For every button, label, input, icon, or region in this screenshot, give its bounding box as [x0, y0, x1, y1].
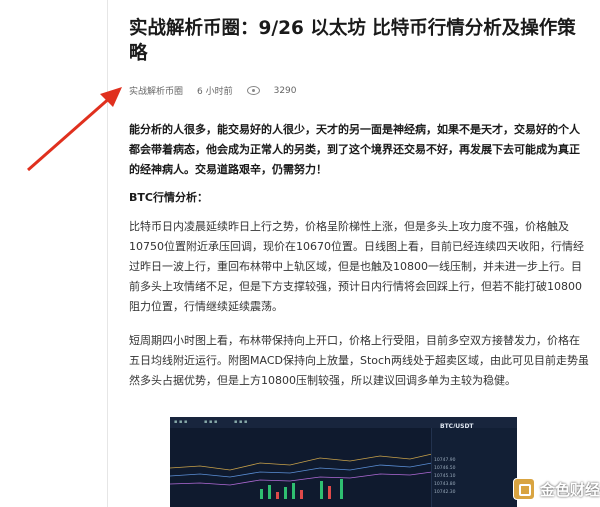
article-meta: 实战解析币圈 6 小时前 3290 [129, 84, 311, 98]
chart-tab: ▪ ▪ ▪ [174, 419, 188, 425]
candle [284, 487, 287, 499]
btc-section-heading: BTC行情分析： [129, 191, 208, 204]
candle [340, 479, 343, 499]
orderbook-row: 10743.80 [434, 482, 456, 487]
candle [276, 492, 279, 499]
candle [328, 486, 331, 499]
jinse-watermark: 金色财经 [513, 478, 600, 500]
candle [292, 483, 295, 499]
btc-analysis-paragraph-2: 短周期四小时图上看，布林带保持向上开口，价格上行受阻，目前多空双方接替发力，价格… [129, 334, 590, 387]
orderbook-row: 10742.30 [434, 490, 456, 495]
chart-tab: ▪ ▪ ▪ [234, 419, 248, 425]
watermark-text: 金色财经 [540, 480, 600, 499]
candle [268, 485, 271, 499]
view-count: 3290 [246, 85, 297, 96]
candle [320, 481, 323, 499]
trading-chart-screenshot: ▪ ▪ ▪ ▪ ▪ ▪ ▪ ▪ ▪ BTC/USDT 10747.90 1074… [170, 417, 517, 507]
orderbook-row: 10746.50 [434, 466, 456, 471]
publish-time: 6 小时前 [197, 87, 233, 97]
chart-tab: ▪ ▪ ▪ [204, 419, 218, 425]
intro-paragraph: 能分析的人很多，能交易好的人很少，天才的另一面是神经病，如果不是天才，交易好的个… [129, 123, 580, 176]
candle [300, 490, 303, 499]
btc-analysis-paragraph-1: 比特币日内凌晨延续昨日上行之势，价格呈阶梯性上涨，但是多头上攻力度不强，价格触及… [129, 220, 584, 313]
candle [260, 489, 263, 499]
chart-orderbook-panel: 10747.90 10746.50 10745.10 10743.80 1074… [431, 428, 517, 507]
author-link[interactable]: 实战解析币圈 [129, 84, 183, 97]
jinse-logo-icon [513, 478, 535, 500]
orderbook-row: 10745.10 [434, 474, 456, 479]
eye-icon [246, 86, 260, 95]
orderbook-row: 10747.90 [434, 458, 456, 463]
article-title: 实战解析币圈：9/26 以太坊 比特币行情分析及操作策略 [129, 18, 576, 64]
view-count-value: 3290 [273, 85, 297, 96]
